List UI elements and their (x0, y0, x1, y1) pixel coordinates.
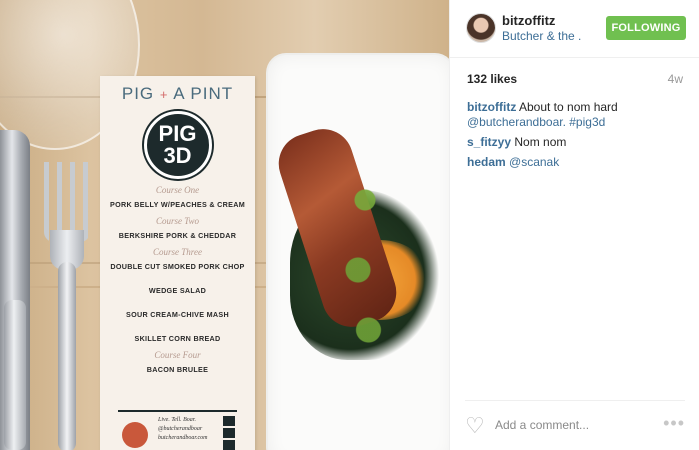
food-herb-garnish (330, 160, 400, 360)
comment: hedam @scanak (467, 155, 683, 170)
comment-text: Nom nom (514, 135, 567, 149)
comment: bitzoffitz About to nom hard @butcherandb… (467, 100, 683, 130)
comment-username[interactable]: bitzoffitz (467, 100, 516, 114)
post-meta: 132 likes 4w (467, 72, 683, 86)
comments-list: bitzoffitz About to nom hard @butcherandb… (467, 100, 683, 175)
comment-links[interactable]: @butcherandboar. #pig3d (467, 115, 605, 129)
menu-brand-right: A PINT (173, 84, 234, 103)
comment-input[interactable] (495, 414, 655, 436)
post-actions: ♡ ••• (465, 400, 685, 450)
likes-count[interactable]: 132 likes (467, 72, 517, 86)
more-options-icon[interactable]: ••• (663, 413, 685, 434)
menu-brand: PIG + A PINT (100, 84, 255, 104)
menu-course-label: Course Three (153, 247, 202, 257)
menu-dish: BERKSHIRE PORK & CHEDDAR (118, 231, 237, 240)
menu-dish: DOUBLE CUT SMOKED PORK CHOP (110, 262, 245, 271)
social-icons (223, 416, 235, 450)
menu-footer-site: butcherandboar.com (158, 435, 208, 441)
menu-dish: WEDGE SALAD (148, 286, 207, 295)
post-author-username[interactable]: bitzoffitz (502, 13, 555, 28)
menu-brand-plus: + (159, 87, 169, 102)
menu-items: Course One PORK BELLY W/PEACHES & CREAM Co… (100, 185, 255, 375)
avatar[interactable] (466, 13, 496, 43)
printed-menu: PIG + A PINT PIG 3D Course One PORK BELLY… (100, 76, 255, 450)
heart-icon[interactable]: ♡ (465, 415, 487, 437)
menu-footer-tagline: Live. Tell. Boar. (158, 417, 196, 423)
menu-footer-handle: @butcherandboar (158, 426, 203, 432)
comment-text: About to nom hard (518, 100, 618, 114)
post-location[interactable]: Butcher & the ... (502, 29, 582, 43)
menu-course-label: Course Four (154, 350, 201, 360)
following-button[interactable]: FOLLOWING (606, 16, 686, 40)
comment: s_fitzyy Nom nom (467, 135, 683, 150)
post-time[interactable]: 4w (668, 72, 683, 86)
menu-footer: Live. Tell. Boar. @butcherandboar butche… (118, 410, 237, 450)
fork-handle (58, 262, 76, 450)
comment-links[interactable]: @scanak (509, 155, 559, 169)
menu-dish: SKILLET CORN BREAD (134, 334, 221, 343)
post-header: bitzoffitz Butcher & the ... FOLLOWING (450, 0, 699, 58)
menu-course-label: Course One (155, 185, 200, 195)
post-photo[interactable]: PIG + A PINT PIG 3D Course One PORK BELLY… (0, 0, 449, 450)
menu-brand-left: PIG (121, 84, 155, 103)
pig-3d-logo: PIG 3D (143, 111, 212, 179)
comment-username[interactable]: s_fitzyy (467, 135, 511, 149)
menu-course-label: Course Two (155, 216, 200, 226)
comment-username[interactable]: hedam (467, 155, 506, 169)
menu-dish: BACON BRULEE (146, 365, 209, 374)
boar-logo-icon (122, 422, 148, 448)
post-side-panel: bitzoffitz Butcher & the ... FOLLOWING 1… (449, 0, 699, 450)
menu-dish: PORK BELLY W/PEACHES & CREAM (110, 200, 245, 209)
knife-handle (4, 300, 26, 450)
menu-dish: SOUR CREAM-CHIVE MASH (126, 310, 229, 319)
menu-footer-text: Live. Tell. Boar. @butcherandboar butche… (158, 416, 208, 443)
